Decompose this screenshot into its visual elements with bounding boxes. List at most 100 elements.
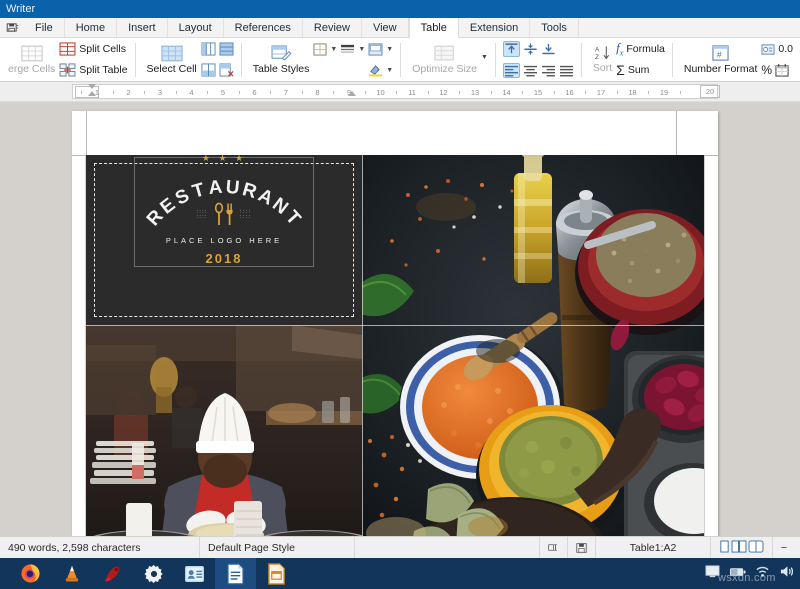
shading-dropdown[interactable]: ▼ — [386, 67, 393, 74]
quick-save-button[interactable] — [0, 18, 24, 37]
margin-guide-right-top — [676, 111, 677, 155]
delete-row-button[interactable] — [219, 63, 234, 77]
taskbar-firefox-button[interactable] — [10, 558, 51, 589]
sum-button[interactable]: Σ Sum — [616, 60, 665, 80]
margin-guide-left-top — [86, 111, 87, 155]
ribbon-group-alignment — [499, 38, 578, 82]
table-cell-reference[interactable]: Table1:A2 — [596, 537, 711, 559]
menu-item-table[interactable]: Table — [409, 18, 459, 38]
unsaved-changes-icon — [576, 542, 587, 554]
percent-button[interactable]: % — [761, 63, 772, 77]
table-cell-b-food-photo[interactable] — [362, 155, 704, 536]
menu-item-extension[interactable]: Extension — [459, 18, 530, 37]
table-styles-button[interactable]: Table Styles — [249, 39, 314, 81]
border-style-button[interactable] — [340, 43, 355, 56]
battery-icon — [729, 566, 746, 578]
menu-bar: FileHomeInsertLayoutReferencesReviewView… — [0, 18, 800, 38]
split-cells-label: Split Cells — [79, 43, 126, 55]
merge-cells-button[interactable]: erge Cells — [4, 39, 59, 81]
horizontal-ruler[interactable]: 12345678910111213141516171819 20 — [0, 82, 800, 102]
number-format-button[interactable]: # Number Format — [680, 39, 762, 81]
currency-icon — [761, 43, 775, 56]
taskbar — [0, 558, 800, 589]
first-line-indent-marker[interactable] — [88, 84, 96, 89]
select-row-button[interactable] — [219, 42, 234, 56]
svg-text:A: A — [595, 47, 600, 54]
optimize-size-button[interactable]: Optimize Size — [408, 39, 481, 81]
book-view-button[interactable] — [748, 540, 764, 556]
word-count[interactable]: 490 words, 2,598 characters — [0, 537, 200, 559]
zoom-out-button[interactable]: − — [781, 542, 787, 554]
table-cell-a2-chef-photo[interactable] — [86, 325, 362, 536]
ribbon-separator-6 — [672, 43, 673, 77]
select-column-button[interactable] — [201, 42, 216, 56]
selection-mode-button[interactable] — [540, 537, 568, 559]
menu-item-tools[interactable]: Tools — [530, 18, 579, 37]
display-tray-button[interactable] — [705, 565, 720, 583]
sort-button[interactable]: A Z Sort — [589, 39, 616, 81]
svg-text:Z: Z — [595, 54, 599, 61]
menu-item-review[interactable]: Review — [303, 18, 362, 37]
zoom-slider[interactable]: − — [773, 537, 800, 559]
right-indent-marker[interactable] — [348, 91, 356, 96]
menu-item-home[interactable]: Home — [65, 18, 117, 37]
save-state-button[interactable] — [568, 537, 596, 559]
ruler-tick-7: 7 — [284, 88, 288, 97]
ribbon-separator-2 — [241, 43, 242, 77]
split-cells-button[interactable]: Split Cells — [59, 39, 127, 59]
align-center-button[interactable] — [523, 64, 538, 77]
currency-button[interactable] — [761, 43, 775, 56]
menu-item-references[interactable]: References — [224, 18, 303, 37]
optimize-size-dropdown[interactable]: ▼ — [481, 54, 488, 61]
document-page[interactable]: ★ ★ ★ RESTAURANT :::::::: — [72, 111, 718, 536]
taskbar-writer-button[interactable] — [215, 558, 256, 589]
menu-item-file[interactable]: File — [24, 18, 65, 37]
select-table-button[interactable]: Select Cell — [143, 39, 201, 81]
taskbar-vlc-button[interactable] — [51, 558, 92, 589]
taskbar-krita-button[interactable] — [92, 558, 133, 589]
align-stack — [503, 39, 574, 81]
left-indent-marker[interactable] — [88, 91, 96, 96]
formula-button[interactable]: fx Formula — [616, 39, 665, 59]
ribbon-separator-5 — [581, 43, 582, 77]
menu-item-view[interactable]: View — [362, 18, 409, 37]
volume-tray-button[interactable] — [779, 565, 794, 583]
align-right-button[interactable] — [541, 64, 556, 77]
insert-row-button[interactable] — [201, 63, 216, 77]
split-table-button[interactable]: Split Table — [59, 60, 127, 80]
align-bottom-button[interactable] — [541, 42, 556, 56]
align-left-button[interactable] — [503, 63, 520, 78]
sum-sigma-icon: Σ — [616, 63, 625, 77]
single-page-view-button[interactable] — [719, 540, 730, 556]
borders-button[interactable] — [313, 43, 327, 56]
split-table-icon — [59, 63, 76, 77]
ruler-track[interactable]: 12345678910111213141516171819 — [72, 84, 718, 99]
battery-tray-button[interactable] — [729, 565, 746, 583]
border-style-dropdown[interactable]: ▼ — [358, 46, 365, 53]
taskbar-impress-button[interactable] — [256, 558, 297, 589]
page-style[interactable]: Default Page Style — [200, 537, 355, 559]
menu-item-insert[interactable]: Insert — [117, 18, 168, 37]
align-top-button[interactable] — [503, 41, 520, 57]
window-title-bar: Writer — [0, 0, 800, 18]
cell-background-dropdown[interactable]: ▼ — [386, 46, 393, 53]
taskbar-settings-button[interactable] — [133, 558, 174, 589]
table-cell-a1-logo[interactable]: ★ ★ ★ RESTAURANT :::::::: — [86, 155, 362, 325]
select-row-col-row — [201, 39, 234, 59]
ruler-minor-tick — [617, 91, 618, 94]
borders-dropdown[interactable]: ▼ — [330, 46, 337, 53]
date-format-button[interactable] — [775, 63, 789, 77]
document-canvas[interactable]: ★ ★ ★ RESTAURANT :::::::: — [0, 102, 800, 536]
number-subgroup: 0.0 % — [761, 39, 793, 81]
multi-page-view-button[interactable] — [731, 540, 747, 556]
wifi-tray-button[interactable] — [755, 565, 770, 583]
ruler-minor-tick — [428, 91, 429, 94]
document-table[interactable]: ★ ★ ★ RESTAURANT :::::::: — [86, 155, 704, 536]
shading-button[interactable] — [368, 64, 383, 77]
taskbar-contacts-button[interactable] — [174, 558, 215, 589]
menu-item-layout[interactable]: Layout — [168, 18, 224, 37]
align-justify-button[interactable] — [559, 64, 574, 77]
align-middle-button[interactable] — [523, 42, 538, 56]
cell-background-button[interactable] — [368, 43, 383, 56]
percent-date-row: % — [761, 60, 793, 80]
